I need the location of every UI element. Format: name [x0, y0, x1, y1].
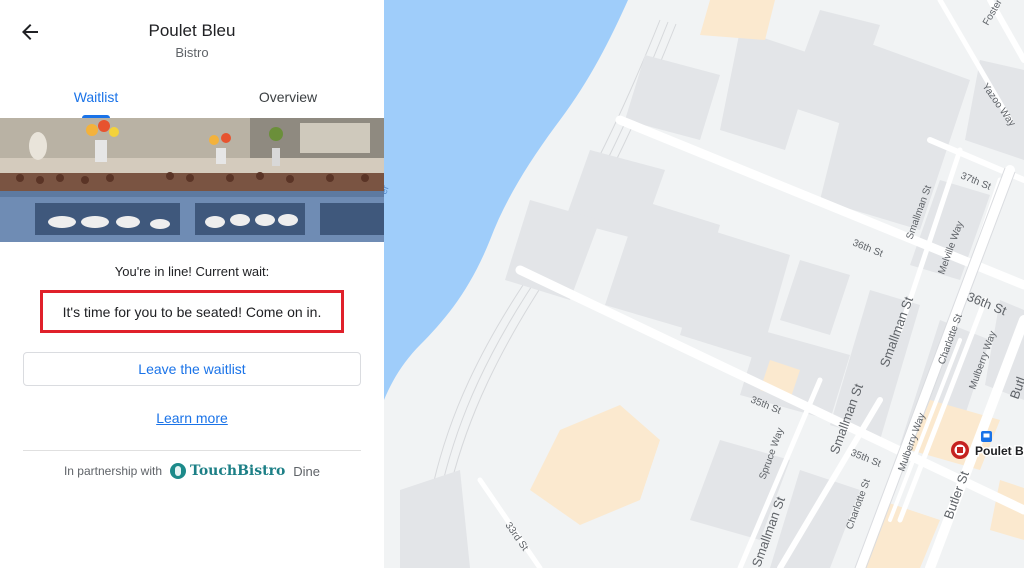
place-panel: Poulet Bleu Bistro Waitlist Overview You… [0, 0, 384, 568]
marker-label[interactable]: Poulet Bleu [974, 443, 1024, 460]
transit-icon[interactable] [981, 431, 992, 442]
divider [23, 450, 361, 451]
map-canvas[interactable]: Foster Yazoo Way 37th St 36th St 36th St… [384, 0, 1024, 568]
partner-suffix: Dine [293, 463, 321, 479]
leave-waitlist-button[interactable]: Leave the waitlist [23, 352, 361, 386]
seated-message: It's time for you to be seated! Come on … [40, 290, 344, 333]
wait-status-label: You're in line! Current wait: [114, 264, 270, 279]
place-marker-icon[interactable] [951, 441, 969, 459]
tab-waitlist[interactable]: Waitlist [0, 80, 192, 118]
tab-bar: Waitlist Overview [0, 80, 384, 118]
learn-more-link[interactable]: Learn more [156, 410, 228, 426]
partner-brand: TouchBistro [190, 463, 286, 479]
restaurant-photo[interactable] [0, 118, 384, 242]
learn-more-wrapper: Learn more [0, 410, 384, 428]
partner-prefix: In partnership with [63, 464, 163, 478]
place-category: Bistro [175, 45, 209, 60]
touchbistro-logo: TouchBistro [170, 463, 285, 479]
panel-header: Poulet Bleu Bistro [0, 0, 384, 80]
place-title: Poulet Bleu [148, 21, 236, 40]
tab-overview[interactable]: Overview [192, 80, 384, 118]
partner-row: In partnership with TouchBistro Dine [0, 463, 384, 479]
touchbistro-logo-icon [170, 463, 187, 479]
